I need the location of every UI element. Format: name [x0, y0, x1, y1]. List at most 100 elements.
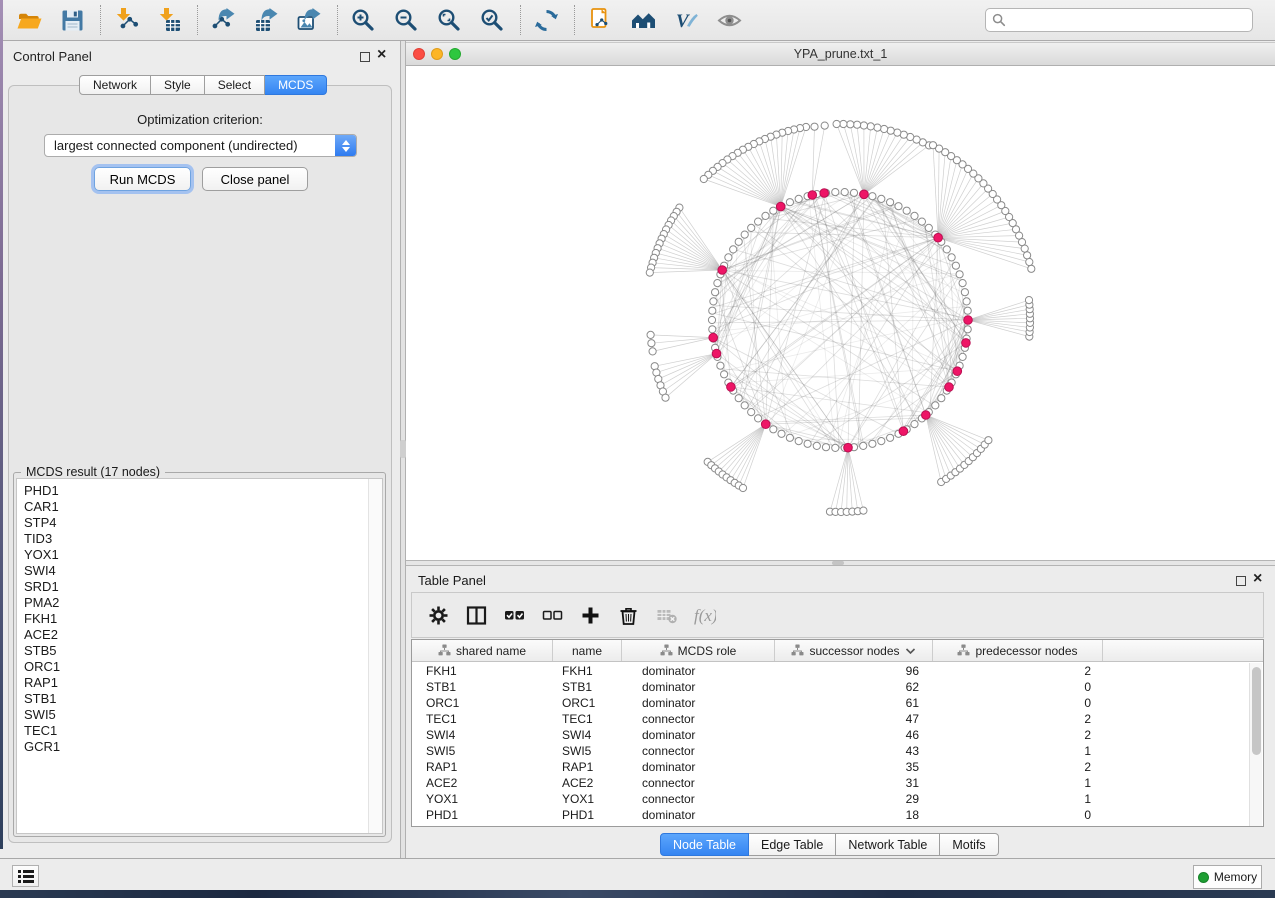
column-header-successor-nodes[interactable]: successor nodes — [775, 640, 933, 661]
mcds-result-item[interactable]: ACE2 — [17, 627, 382, 643]
node-table-header[interactable]: shared namenameMCDS rolesuccessor nodesp… — [412, 640, 1263, 662]
graph-node[interactable] — [813, 442, 820, 449]
column-header-shared-name[interactable]: shared name — [412, 640, 553, 661]
apply-layout-icon[interactable] — [533, 7, 560, 34]
graph-node[interactable] — [741, 231, 748, 238]
mcds-result-item[interactable]: ORC1 — [17, 659, 382, 675]
graph-node[interactable] — [956, 271, 963, 278]
graph-node[interactable] — [1025, 297, 1032, 304]
graph-node[interactable] — [1028, 265, 1035, 272]
graph-node[interactable] — [903, 207, 910, 214]
graph-node[interactable] — [708, 316, 715, 323]
close-icon[interactable]: × — [377, 49, 386, 61]
graph-node[interactable] — [911, 212, 918, 219]
zoom-in-icon[interactable] — [350, 7, 377, 34]
close-panel-button[interactable]: Close panel — [202, 167, 308, 191]
graph-node[interactable] — [646, 269, 653, 276]
add-icon[interactable] — [578, 603, 602, 627]
tab-style[interactable]: Style — [151, 75, 205, 95]
graph-node[interactable] — [739, 484, 746, 491]
graph-hub-node[interactable] — [820, 189, 829, 198]
table-row[interactable]: STB1STB1dominator620 — [412, 679, 1263, 695]
graph-node[interactable] — [709, 326, 716, 333]
chevron-up-down-icon[interactable] — [335, 135, 356, 156]
houses-icon[interactable] — [630, 7, 657, 34]
search-input[interactable] — [1010, 13, 1252, 27]
float-window-icon[interactable] — [1236, 576, 1246, 586]
graph-node[interactable] — [832, 189, 839, 196]
graph-node[interactable] — [938, 395, 945, 402]
import-network-icon[interactable] — [113, 7, 140, 34]
mcds-result-item[interactable]: FKH1 — [17, 611, 382, 627]
graph-node[interactable] — [948, 254, 955, 261]
graph-node[interactable] — [840, 120, 847, 127]
mcds-result-list[interactable]: PHD1CAR1STP4TID3YOX1SWI4SRD1PMA2FKH1ACE2… — [16, 478, 383, 834]
select-all-icon[interactable] — [502, 603, 526, 627]
criterion-dropdown[interactable]: largest connected component (undirected) — [44, 134, 357, 157]
mcds-result-item[interactable]: SWI4 — [17, 563, 382, 579]
graph-hub-node[interactable] — [922, 411, 931, 420]
graph-hub-node[interactable] — [860, 190, 869, 199]
table-row[interactable]: FKH1FKH1dominator962 — [412, 663, 1263, 679]
graph-node[interactable] — [929, 142, 936, 149]
scrollbar-thumb[interactable] — [1252, 667, 1261, 755]
mcds-result-item[interactable]: GCR1 — [17, 739, 382, 755]
graph-node[interactable] — [721, 371, 728, 378]
mcds-result-item[interactable]: STP4 — [17, 515, 382, 531]
float-window-icon[interactable] — [360, 52, 370, 62]
graph-node[interactable] — [860, 122, 867, 129]
graph-hub-node[interactable] — [844, 443, 853, 452]
mcds-result-item[interactable]: YOX1 — [17, 547, 382, 563]
graph-node[interactable] — [874, 124, 881, 131]
graph-node[interactable] — [961, 289, 968, 296]
table-row[interactable]: TEC1TEC1connector472 — [412, 711, 1263, 727]
export-table-icon[interactable] — [253, 7, 280, 34]
node-table[interactable]: shared namenameMCDS rolesuccessor nodesp… — [411, 639, 1264, 827]
graph-node[interactable] — [894, 129, 901, 136]
graph-node[interactable] — [647, 331, 654, 338]
graph-node[interactable] — [847, 121, 854, 128]
table-row[interactable]: SWI5SWI5connector431 — [412, 743, 1263, 759]
import-table-icon[interactable] — [156, 7, 183, 34]
graph-node[interactable] — [821, 122, 828, 129]
graph-hub-node[interactable] — [964, 316, 973, 325]
zoom-fit-icon[interactable] — [436, 7, 463, 34]
open-file-icon[interactable] — [16, 7, 43, 34]
graph-node[interactable] — [811, 123, 818, 130]
table-row[interactable]: PHD1PHD1dominator180 — [412, 807, 1263, 823]
trash-icon[interactable] — [616, 603, 640, 627]
graph-node[interactable] — [841, 189, 848, 196]
close-icon[interactable]: × — [1253, 573, 1262, 585]
graph-hub-node[interactable] — [727, 383, 736, 392]
graph-hub-node[interactable] — [718, 266, 727, 275]
graph-node[interactable] — [755, 218, 762, 225]
scrollbar[interactable] — [368, 479, 382, 833]
search-input-wrap[interactable] — [985, 8, 1253, 32]
network-from-selection-icon[interactable] — [587, 7, 614, 34]
graph-node[interactable] — [878, 438, 885, 445]
graph-node[interactable] — [832, 444, 839, 451]
mcds-result-item[interactable]: PHD1 — [17, 483, 382, 499]
graph-node[interactable] — [963, 298, 970, 305]
graph-hub-node[interactable] — [808, 191, 817, 200]
graph-node[interactable] — [755, 415, 762, 422]
graph-node[interactable] — [854, 121, 861, 128]
table-row[interactable]: RAP1RAP1dominator352 — [412, 759, 1263, 775]
gear-icon[interactable] — [426, 603, 450, 627]
mcds-result-item[interactable]: STB1 — [17, 691, 382, 707]
graph-hub-node[interactable] — [962, 339, 971, 348]
graph-node[interactable] — [1024, 252, 1031, 259]
graph-node[interactable] — [881, 125, 888, 132]
tab-network-table[interactable]: Network Table — [836, 833, 940, 856]
network-canvas[interactable] — [406, 66, 1275, 560]
mcds-result-item[interactable]: TEC1 — [17, 723, 382, 739]
graph-node[interactable] — [748, 409, 755, 416]
tab-motifs[interactable]: Motifs — [940, 833, 998, 856]
network-graph[interactable] — [406, 66, 1275, 560]
graph-node[interactable] — [918, 218, 925, 225]
graph-hub-node[interactable] — [899, 427, 908, 436]
table-row[interactable]: ORC1ORC1dominator610 — [412, 695, 1263, 711]
zoom-selected-icon[interactable] — [479, 7, 506, 34]
table-row[interactable]: SWI4SWI4dominator462 — [412, 727, 1263, 743]
graph-node[interactable] — [735, 238, 742, 245]
